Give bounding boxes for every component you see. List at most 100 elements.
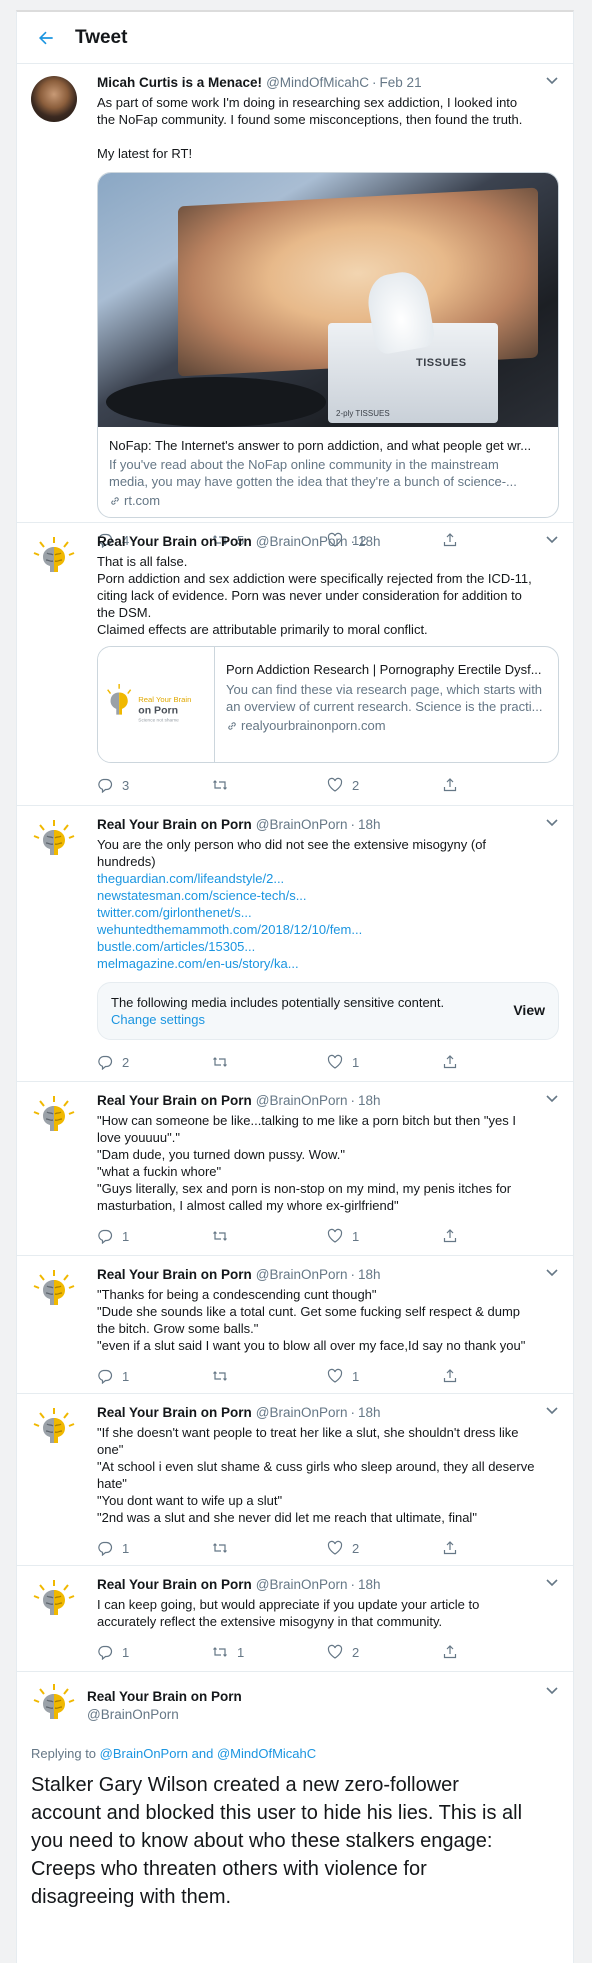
reply-button[interactable]: 1 xyxy=(97,1228,212,1244)
tweet-line: My latest for RT! xyxy=(97,146,193,161)
tweet-link[interactable]: twitter.com/girlonthenet/s... xyxy=(97,904,559,921)
avatar-brain-on-porn[interactable] xyxy=(31,1682,77,1728)
tweet-5[interactable]: Real Your Brain on Porn @BrainOnPorn · 1… xyxy=(17,1394,573,1566)
like-button[interactable]: 2 xyxy=(327,1540,442,1556)
avatar-brain-on-porn[interactable] xyxy=(31,1406,77,1452)
author-name[interactable]: Real Your Brain on Porn xyxy=(97,1404,252,1421)
retweet-button[interactable] xyxy=(212,1368,327,1384)
retweet-button[interactable] xyxy=(212,1054,327,1070)
focused-tweet[interactable]: Real Your Brain on Porn @BrainOnPorn Rep… xyxy=(17,1672,573,1911)
replying-prefix: Replying to xyxy=(31,1746,97,1761)
author-name[interactable]: Real Your Brain on Porn xyxy=(97,816,252,833)
author-name[interactable]: Real Your Brain on Porn xyxy=(97,1576,252,1593)
tweet-link[interactable]: bustle.com/articles/15305... xyxy=(97,938,559,955)
avatar-brain-on-porn[interactable] xyxy=(31,535,77,581)
like-button[interactable]: 1 xyxy=(327,1228,442,1244)
reply-mention[interactable]: @BrainOnPorn xyxy=(100,1746,188,1761)
like-button[interactable]: 2 xyxy=(327,777,442,793)
separator-dot: · xyxy=(350,534,356,549)
tweet-line: accurately reflect the extensive misogyn… xyxy=(97,1614,443,1629)
tweet-link[interactable]: melmagazine.com/en-us/story/ka... xyxy=(97,955,559,972)
author-name[interactable]: Micah Curtis is a Menace! xyxy=(97,74,262,91)
tweet-0[interactable]: Micah Curtis is a Menace! @MindOfMicahC … xyxy=(17,64,573,548)
tweet-link[interactable]: wehuntedthemammoth.com/2018/12/10/fem... xyxy=(97,921,559,938)
share-button[interactable] xyxy=(442,1228,472,1244)
link-card[interactable]: TISSUES 2-ply TISSUES NoFap: The Interne… xyxy=(97,172,559,518)
reply-count: 2 xyxy=(122,1054,130,1070)
focused-tweet-header: Real Your Brain on Porn @BrainOnPorn xyxy=(31,1682,559,1738)
reply-button[interactable]: 2 xyxy=(97,1054,212,1070)
avatar-brain-on-porn[interactable] xyxy=(31,818,77,864)
tweet-text: You are the only person who did not see … xyxy=(97,836,559,972)
author-handle[interactable]: @BrainOnPorn xyxy=(87,1706,559,1724)
tweet-time[interactable]: 18h xyxy=(358,816,381,833)
back-button[interactable] xyxy=(17,12,75,64)
avatar-brain-on-porn[interactable] xyxy=(31,1268,77,1314)
author-handle[interactable]: @BrainOnPorn xyxy=(256,1404,348,1421)
retweet-button[interactable]: 1 xyxy=(212,1644,327,1660)
author-name[interactable]: Real Your Brain on Porn xyxy=(97,533,252,550)
header: Tweet xyxy=(17,12,573,64)
tweet-time[interactable]: Feb 21 xyxy=(380,74,422,91)
author-handle[interactable]: @BrainOnPorn xyxy=(256,816,348,833)
avatar-brain-on-porn[interactable] xyxy=(31,1578,77,1624)
avatar-brain-on-porn[interactable] xyxy=(31,1094,77,1140)
author-name[interactable]: Real Your Brain on Porn xyxy=(97,1266,252,1283)
retweet-button[interactable] xyxy=(212,1540,327,1556)
author-handle[interactable]: @BrainOnPorn xyxy=(256,1092,348,1109)
separator-dot: · xyxy=(372,75,377,90)
replying-to: Replying to @BrainOnPorn and @MindOfMica… xyxy=(31,1746,559,1761)
tweet-4[interactable]: Real Your Brain on Porn @BrainOnPorn · 1… xyxy=(17,1256,573,1394)
author-handle[interactable]: @MindOfMicahC xyxy=(266,74,369,91)
reply-button[interactable]: 1 xyxy=(97,1368,212,1384)
like-button[interactable]: 1 xyxy=(327,1054,442,1070)
reply-button[interactable]: 3 xyxy=(97,777,212,793)
share-button[interactable] xyxy=(442,1054,472,1070)
chevron-down-icon[interactable] xyxy=(545,1094,559,1104)
reply-button[interactable]: 1 xyxy=(97,1540,212,1556)
view-button[interactable]: View xyxy=(513,1002,545,1018)
tweet-time[interactable]: 18h xyxy=(358,1092,381,1109)
tweet-6[interactable]: Real Your Brain on Porn @BrainOnPorn · 1… xyxy=(17,1566,573,1672)
card-desc-line: If you've read about the NoFap online co… xyxy=(109,457,499,472)
reply-mention[interactable]: @MindOfMicahC xyxy=(217,1746,316,1761)
chevron-down-icon[interactable] xyxy=(545,818,559,828)
tweet-time[interactable]: 18h xyxy=(358,1576,381,1593)
tweet-time[interactable]: 18h xyxy=(358,1266,381,1283)
tweet-1[interactable]: Real Your Brain on Porn @BrainOnPorn · 1… xyxy=(17,523,573,806)
card-desc-line: You can find these via research page, wh… xyxy=(226,682,543,697)
tweet-link[interactable]: newstatesman.com/science-tech/s... xyxy=(97,887,559,904)
chevron-down-icon[interactable] xyxy=(545,76,559,86)
like-button[interactable]: 2 xyxy=(327,1644,442,1660)
avatar-micah[interactable] xyxy=(31,76,77,122)
share-button[interactable] xyxy=(442,1368,472,1384)
chevron-down-icon[interactable] xyxy=(545,535,559,545)
chevron-down-icon[interactable] xyxy=(545,1578,559,1588)
tweet-2[interactable]: Real Your Brain on Porn @BrainOnPorn · 1… xyxy=(17,806,573,1082)
like-count: 2 xyxy=(352,1540,360,1556)
tweet-3[interactable]: Real Your Brain on Porn @BrainOnPorn · 1… xyxy=(17,1082,573,1256)
author-name[interactable]: Real Your Brain on Porn xyxy=(97,1092,252,1109)
link-card[interactable]: Real Your Brain on Porn Science not sham… xyxy=(97,646,559,763)
card-logo-image: Real Your Brain on Porn Science not sham… xyxy=(98,647,215,762)
share-button[interactable] xyxy=(442,777,472,793)
tweet-time[interactable]: 18h xyxy=(358,1404,381,1421)
tweet-header: Real Your Brain on Porn @BrainOnPorn · 1… xyxy=(97,1266,559,1283)
reply-button[interactable]: 1 xyxy=(97,1644,212,1660)
chevron-down-icon[interactable] xyxy=(545,1268,559,1278)
tweet-time[interactable]: 18h xyxy=(358,533,381,550)
tweet-link[interactable]: theguardian.com/lifeandstyle/2... xyxy=(97,870,559,887)
author-handle[interactable]: @BrainOnPorn xyxy=(256,533,348,550)
share-button[interactable] xyxy=(442,1644,472,1660)
author-handle[interactable]: @BrainOnPorn xyxy=(256,1576,348,1593)
reply-count: 1 xyxy=(122,1228,130,1244)
retweet-button[interactable] xyxy=(212,777,327,793)
chevron-down-icon[interactable] xyxy=(545,1406,559,1416)
share-button[interactable] xyxy=(442,1540,472,1556)
retweet-button[interactable] xyxy=(212,1228,327,1244)
change-settings-link[interactable]: Change settings xyxy=(111,1011,545,1028)
like-button[interactable]: 1 xyxy=(327,1368,442,1384)
retweet-count: 1 xyxy=(237,1644,245,1660)
author-name[interactable]: Real Your Brain on Porn xyxy=(87,1682,559,1706)
author-handle[interactable]: @BrainOnPorn xyxy=(256,1266,348,1283)
